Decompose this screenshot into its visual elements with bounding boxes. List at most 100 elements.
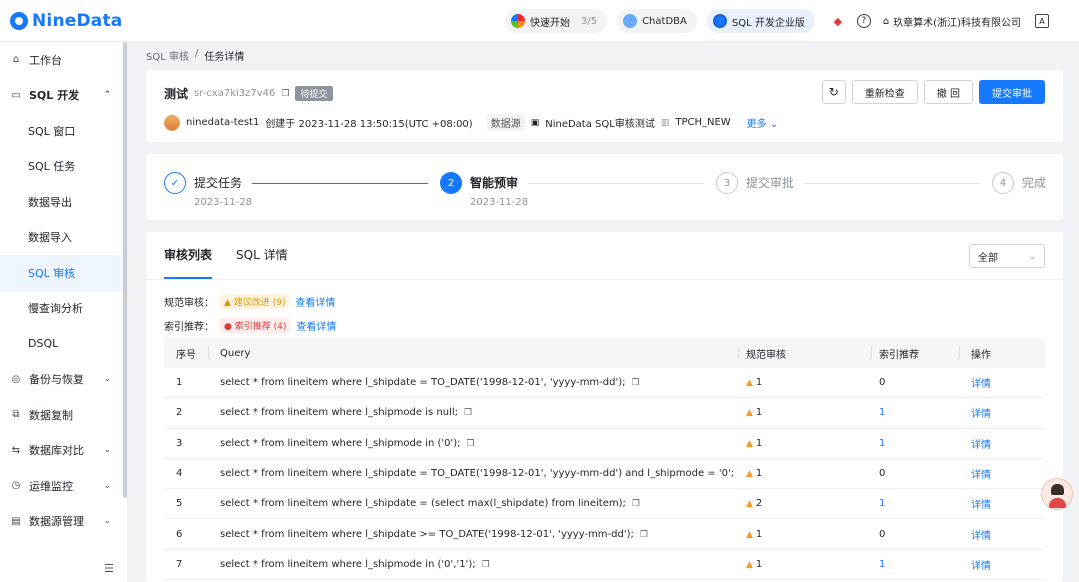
index-recommend-label: 索引推荐：	[164, 322, 214, 333]
step-date: 2023-11-28	[194, 197, 253, 208]
sidebar-item-data-import[interactable]: 数据导入	[0, 220, 127, 256]
row-standard: ▲ 1	[746, 377, 763, 389]
company-name: 玖章算术(浙江)科技有限公司	[893, 17, 1021, 29]
sidebar-item-sql-dev[interactable]: ▭ SQL 开发 ⌃	[0, 78, 127, 114]
task-name: 测试	[164, 87, 189, 101]
sidebar-item-label: 数据导出	[28, 195, 72, 209]
review-list-card: 审核列表 SQL 详情 全部 ⌄ 规范审核： ▲ 建议改进 (9) 查看详情 索…	[146, 232, 1063, 582]
sidebar-item-replication[interactable]: ⧉ 数据复制	[0, 397, 127, 433]
sidebar-item-sql-review[interactable]: SQL 审核	[0, 255, 127, 291]
copy-icon[interactable]: ❐	[281, 89, 289, 99]
sidebar-item-sql-window[interactable]: SQL 窗口	[0, 113, 127, 149]
sidebar-item-label: SQL 任务	[28, 160, 76, 174]
app-logo[interactable]: NineData	[10, 11, 122, 31]
avatar	[164, 114, 180, 131]
logo-text: NineData	[32, 10, 123, 31]
sidebar-item-label: 慢查询分析	[28, 302, 83, 316]
sidebar-item-label: DSQL	[28, 337, 59, 351]
edition-icon	[712, 14, 727, 28]
step-submit-approval: 3 提交审批	[716, 172, 794, 194]
check-icon: ✓	[164, 172, 186, 194]
filter-select[interactable]: 全部 ⌄	[969, 244, 1045, 268]
row-index: 1	[879, 437, 886, 449]
compare-icon: ⇆	[11, 444, 21, 456]
help-icon[interactable]: ?	[856, 14, 871, 28]
column-divider	[871, 347, 872, 359]
sidebar-item-label: 数据源管理	[29, 515, 84, 529]
sidebar-item-monitor[interactable]: ◷ 运维监控 ⌄	[0, 468, 127, 504]
row-standard: ▲ 1	[746, 528, 763, 540]
standard-detail-link[interactable]: 查看详情	[295, 294, 335, 309]
copy-icon[interactable]: ❐	[464, 408, 472, 418]
task-creator: ninedata-test1	[186, 117, 260, 128]
row-detail-link[interactable]: 详情	[959, 496, 1045, 511]
home-icon: ⌂	[12, 54, 20, 66]
sql-icon: ▭	[11, 89, 21, 101]
column-divider	[959, 347, 960, 359]
quickstart-icon	[510, 14, 525, 28]
company-switcher[interactable]: ⌂ 玖章算术(浙江)科技有限公司	[883, 14, 1021, 29]
sidebar-item-compare[interactable]: ⇆ 数据库对比 ⌄	[0, 433, 127, 469]
step-label: 完成	[1022, 176, 1047, 190]
chatdba-button[interactable]: ChatDBA	[617, 9, 697, 33]
row-detail-link[interactable]: 详情	[959, 557, 1045, 572]
collapse-sidebar-icon[interactable]: ☰	[104, 562, 114, 575]
row-index: 0	[879, 377, 886, 389]
row-number: 4	[176, 468, 183, 480]
tabs-divider	[146, 279, 1063, 280]
withdraw-button[interactable]: 撤 回	[923, 80, 973, 104]
row-detail-link[interactable]: 详情	[959, 527, 1045, 542]
chevron-down-icon: ⌄	[103, 445, 111, 456]
edition-label: SQL 开发企业版	[731, 17, 805, 29]
flame-icon: ▲	[746, 438, 753, 449]
table-header: 序号 Query 规范审核 索引推荐 操作	[164, 338, 1045, 368]
copy-icon[interactable]: ❐	[482, 560, 490, 570]
flame-icon: ▲	[746, 469, 753, 480]
row-detail-link[interactable]: 详情	[959, 375, 1045, 390]
step-number: 3	[716, 172, 738, 194]
index-detail-link[interactable]: 查看详情	[296, 318, 336, 333]
notification-icon[interactable]: ◆	[831, 14, 845, 28]
task-created-time: 创建于 2023-11-28 13:50:15(UTC +08:00)	[265, 119, 473, 130]
flame-icon: ▲	[746, 529, 753, 540]
row-detail-link[interactable]: 详情	[959, 405, 1045, 420]
datasource-label: 数据源	[486, 114, 525, 131]
sidebar-item-data-export[interactable]: 数据导出	[0, 184, 127, 220]
row-query: select * from lineitem where l_shipmode …	[220, 437, 475, 449]
quickstart-button[interactable]: 快速开始 3/5	[504, 9, 608, 33]
sidebar-item-backup[interactable]: ◎ 备份与恢复 ⌄	[0, 362, 127, 398]
language-icon[interactable]: A	[1035, 14, 1049, 28]
sidebar-item-sql-task[interactable]: SQL 任务	[0, 149, 127, 185]
copy-icon[interactable]: ❐	[632, 499, 640, 509]
more-link[interactable]: 更多 ⌄	[747, 115, 779, 130]
schema-icon: ▥	[660, 117, 670, 128]
top-bar: NineData 快速开始 3/5 ChatDBA SQL 开发企业版 ◆ ? …	[0, 0, 1079, 42]
sidebar-item-slow-query[interactable]: 慢查询分析	[0, 291, 127, 327]
step-number: 4	[992, 172, 1014, 194]
row-detail-link[interactable]: 详情	[959, 436, 1045, 451]
sidebar-item-workbench[interactable]: ⌂ 工作台	[0, 42, 127, 78]
copy-icon[interactable]: ❐	[467, 439, 475, 449]
tab-sql-detail[interactable]: SQL 详情	[236, 246, 288, 279]
recheck-button[interactable]: 重新检查	[851, 80, 918, 104]
sidebar-scrollbar[interactable]	[123, 42, 127, 498]
edition-button[interactable]: SQL 开发企业版	[706, 9, 815, 33]
progress-steps: ✓ 提交任务 2023-11-28 2 智能预审 2023-11-28 3 提交…	[146, 154, 1063, 220]
row-number: 2	[176, 407, 183, 419]
sidebar-item-dsql[interactable]: DSQL	[0, 326, 127, 362]
row-query: select * from lineitem where l_shipmode …	[220, 407, 473, 419]
flame-icon: ▲	[746, 499, 753, 510]
copy-icon[interactable]: ❐	[632, 378, 640, 388]
row-number: 1	[176, 377, 183, 389]
row-detail-link[interactable]: 详情	[959, 466, 1045, 481]
step-label: 提交任务	[194, 176, 243, 190]
breadcrumb: SQL 审核 / 任务详情	[146, 48, 244, 63]
breadcrumb-parent[interactable]: SQL 审核	[146, 48, 189, 63]
refresh-button[interactable]: ↻	[821, 80, 846, 104]
assistant-avatar[interactable]	[1041, 478, 1073, 510]
sidebar-item-datasource[interactable]: ▤ 数据源管理 ⌄	[0, 504, 127, 540]
submit-approval-button[interactable]: 提交审批	[979, 80, 1045, 104]
col-action: 操作	[971, 349, 991, 361]
copy-icon[interactable]: ❐	[640, 530, 648, 540]
tab-review-list[interactable]: 审核列表	[164, 246, 213, 279]
